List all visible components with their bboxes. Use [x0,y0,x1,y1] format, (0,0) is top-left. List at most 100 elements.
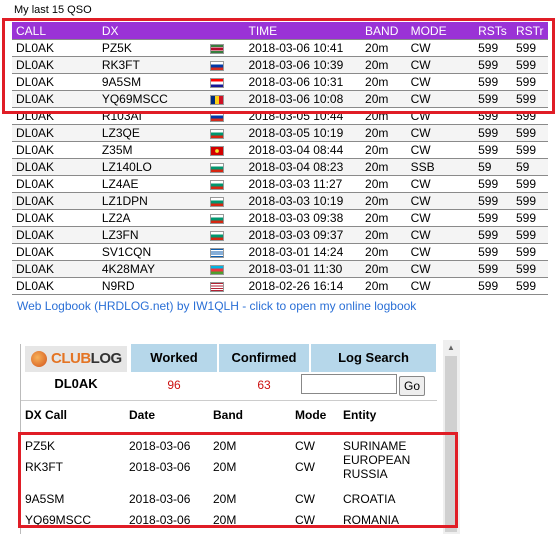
qso-row: DL0AK LZ140LO 2018-03-04 08:23 20m SSB 59 59 [12,158,548,176]
qso-cell-dx: 9A5SM [97,73,207,91]
qso-cell-rstr: 59 [511,158,548,176]
qso-cell-band: 20m [361,175,407,193]
clublog-row: YQ69MSCC 2018-03-06 20M CW ROMANIA [21,510,437,530]
qso-row: DL0AK LZ4AE 2018-03-03 11:27 20m CW 599 599 [12,175,548,193]
clublog-cell-date: 2018-03-06 [129,460,191,474]
qso-cell-band: 20m [361,277,407,295]
qso-cell-call: DL0AK [12,73,98,91]
qso-cell-rstr: 599 [511,39,548,57]
qso-cell-rsts: 599 [474,141,512,159]
clublog-widget: CLUBLOG DL0AK Worked Confirmed Log Searc… [20,344,437,534]
col-rstr: RSTr [511,22,548,40]
qso-cell-mode: CW [406,260,475,278]
qso-cell-dx: N9RD [97,277,207,295]
flag-cell [206,141,245,159]
confirmed-count: 63 [257,378,271,392]
clublog-row: RK3FT 2018-03-06 20M CW EUROPEAN RUSSIA [21,453,437,481]
qso-cell-time: 2018-03-03 09:38 [244,209,362,227]
qso-cell-rstr: 599 [511,277,548,295]
usa-flag-icon [210,281,225,292]
qso-cell-mode: SSB [406,158,475,176]
qso-cell-mode: CW [406,226,475,244]
qso-cell-time: 2018-03-06 10:39 [244,56,362,74]
qso-cell-mode: CW [406,141,475,159]
qso-cell-band: 20m [361,39,407,57]
qso-cell-mode: CW [406,124,475,142]
go-button[interactable]: Go [399,376,425,396]
hrdlog-link[interactable]: Web Logbook (HRDLOG.net) by IW1QLH - cli… [17,299,416,313]
flag-cell [206,90,245,108]
clublog-cell-dxcall: RK3FT [25,460,64,474]
scroll-up-icon[interactable]: ▲ [447,343,455,352]
bulgaria-flag-icon [210,230,225,241]
qso-cell-time: 2018-03-05 10:19 [244,124,362,142]
qso-cell-time: 2018-03-06 10:08 [244,90,362,108]
th-date: Date [129,408,156,422]
qso-cell-band: 20m [361,192,407,210]
qso-cell-rstr: 599 [511,260,548,278]
flag-cell [206,226,245,244]
clublog-cell-mode: CW [295,492,315,506]
qso-cell-mode: CW [406,39,475,57]
qso-cell-mode: CW [406,175,475,193]
clublog-ball-icon [31,351,47,367]
clublog-cell-dxcall: YQ69MSCC [25,513,92,527]
qso-row: DL0AK N9RD 2018-02-26 16:14 20m CW 599 599 [12,277,548,295]
bulgaria-flag-icon [210,128,225,139]
qso-cell-call: DL0AK [12,141,98,159]
qso-cell-dx: YQ69MSCC [97,90,207,108]
clublog-callsign: DL0AK [54,376,98,391]
qso-cell-mode: CW [406,107,475,125]
qso-cell-mode: CW [406,90,475,108]
col-mode: MODE [406,22,475,40]
qso-row: DL0AK LZ3QE 2018-03-05 10:19 20m CW 599 599 [12,124,548,142]
qso-cell-call: DL0AK [12,226,98,244]
log-search-header: Log Search [311,344,437,372]
clublog-row: 9A5SM 2018-03-06 20M CW CROATIA [21,489,437,509]
qso-row: DL0AK RK3FT 2018-03-06 10:39 20m CW 599 599 [12,56,548,74]
qso-cell-time: 2018-03-03 10:19 [244,192,362,210]
qso-cell-rstr: 599 [511,226,548,244]
clublog-cell-entity: SURINAME [343,439,407,453]
qso-cell-time: 2018-03-06 10:31 [244,73,362,91]
scroll-thumb[interactable] [445,356,457,532]
qso-row: DL0AK Z35M 2018-03-04 08:44 20m CW 599 599 [12,141,548,159]
qso-row: DL0AK 4K28MAY 2018-03-01 11:30 20m CW 599 599 [12,260,548,278]
flag-cell [206,39,245,57]
qso-cell-rsts: 59 [474,158,512,176]
clublog-logo: CLUBLOG [25,346,127,372]
clublog-cell-dxcall: 9A5SM [25,492,65,506]
qso-cell-rsts: 599 [474,73,512,91]
flag-cell [206,175,245,193]
qso-cell-rsts: 599 [474,209,512,227]
qso-cell-call: DL0AK [12,192,98,210]
qso-cell-rstr: 599 [511,124,548,142]
qso-cell-mode: CW [406,192,475,210]
worked-count: 96 [167,378,181,392]
qso-cell-mode: CW [406,209,475,227]
qso-cell-mode: CW [406,277,475,295]
clublog-logo-a: CLUB [51,350,91,367]
qso-cell-call: DL0AK [12,107,98,125]
flag-cell [206,56,245,74]
clublog-logo-b: LOG [90,350,123,367]
col-rsts: RSTs [474,22,512,40]
qso-cell-call: DL0AK [12,175,98,193]
th-entity: Entity [343,408,377,422]
qso-cell-call: DL0AK [12,56,98,74]
qso-cell-rstr: 599 [511,141,548,159]
col-call: CALL [12,22,98,40]
flag-cell [206,243,245,261]
qso-cell-rstr: 599 [511,209,548,227]
croatia-flag-icon [210,77,225,88]
qso-cell-call: DL0AK [12,243,98,261]
clublog-cell-band: 20M [213,439,237,453]
qso-cell-band: 20m [361,73,407,91]
log-search-input[interactable] [301,374,397,394]
clublog-cell-band: 20M [213,513,237,527]
clublog-scrollbar[interactable]: ▲ [443,340,460,534]
qso-cell-dx: Z35M [97,141,207,159]
russia-flag-icon [210,60,225,71]
qso-row: DL0AK SV1CQN 2018-03-01 14:24 20m CW 599 599 [12,243,548,261]
qso-cell-rsts: 599 [474,226,512,244]
